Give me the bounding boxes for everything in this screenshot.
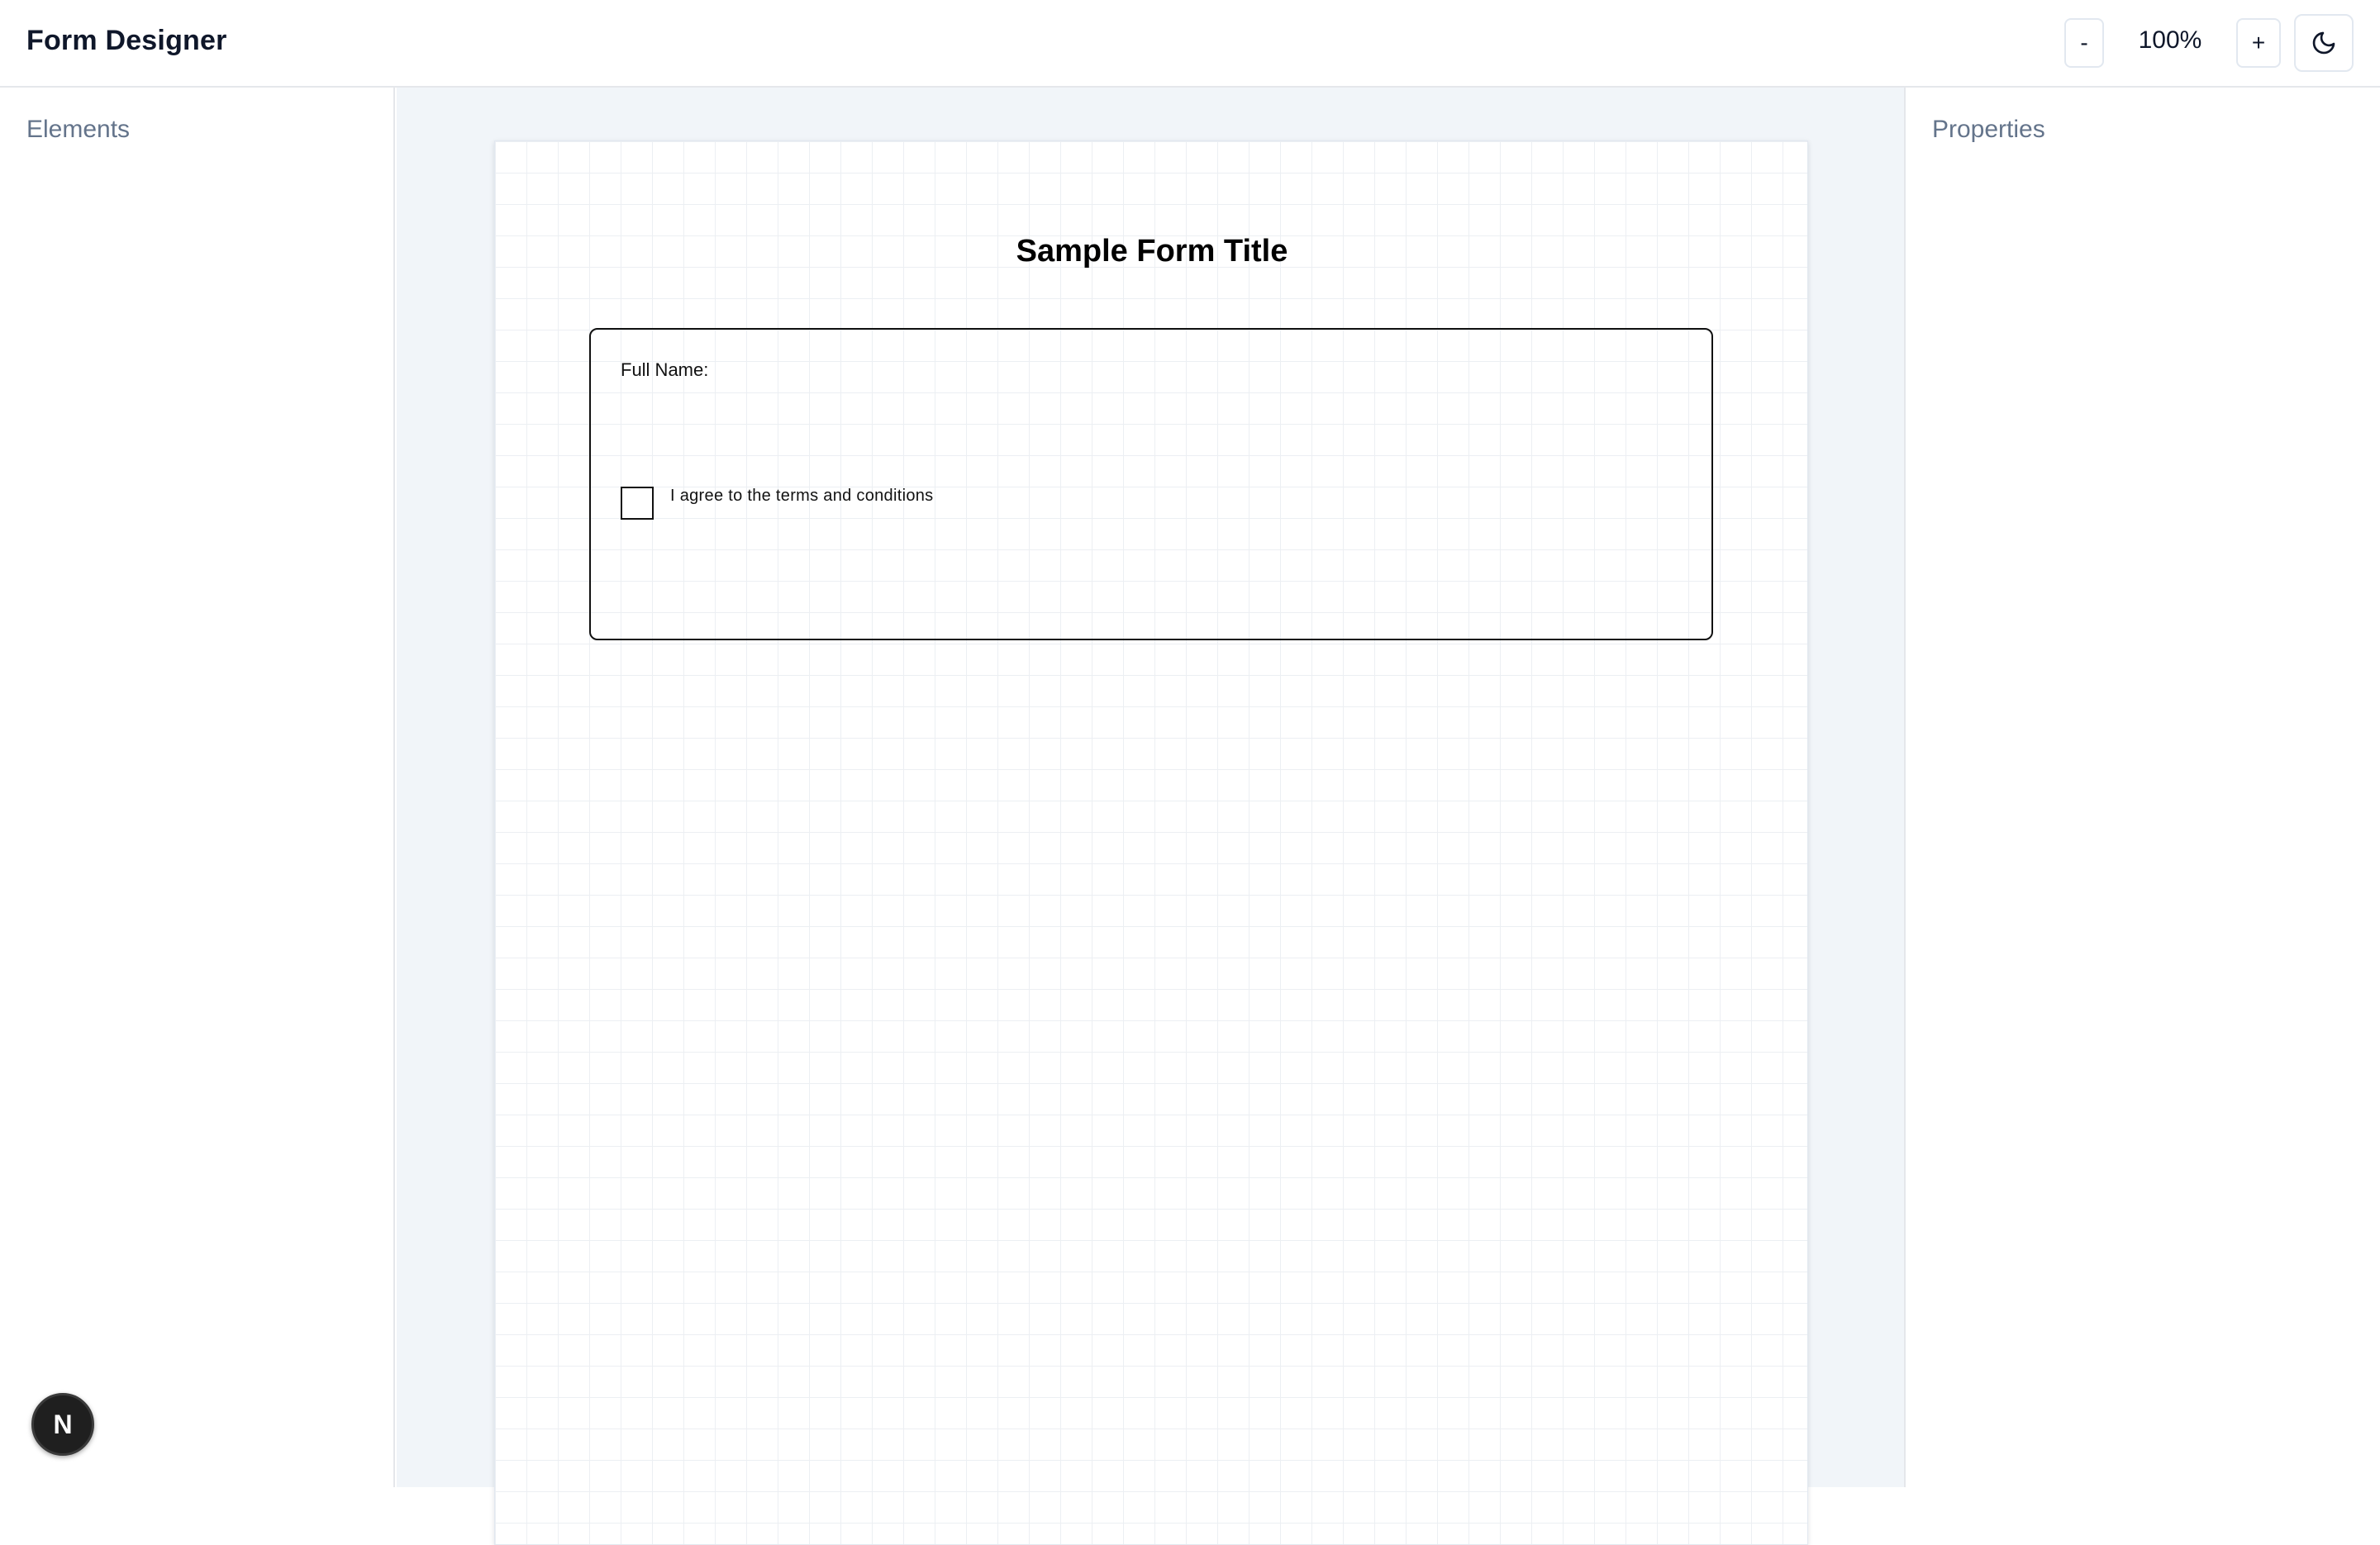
elements-panel: Elements (0, 88, 395, 1487)
form-group-container[interactable]: Full Name: I agree to the terms and cond… (589, 328, 1713, 640)
full-name-label[interactable]: Full Name: (621, 359, 708, 381)
top-bar: Form Designer - 100% + (0, 0, 2380, 88)
form-page[interactable]: Sample Form Title Full Name: I agree to … (494, 140, 1808, 1545)
app-title: Form Designer (26, 25, 227, 56)
terms-checkbox-label[interactable]: I agree to the terms and conditions (670, 487, 933, 506)
nextjs-devtools-badge[interactable]: N (31, 1393, 94, 1456)
properties-panel: Properties (1904, 88, 2380, 1487)
nextjs-logo-icon: N (53, 1409, 73, 1439)
terms-checkbox[interactable] (621, 487, 654, 520)
elements-panel-title: Elements (26, 116, 131, 143)
canvas-workspace: Sample Form Title Full Name: I agree to … (397, 88, 1904, 1545)
zoom-in-button[interactable]: + (2236, 18, 2281, 68)
theme-toggle-button[interactable] (2294, 14, 2354, 72)
properties-panel-title: Properties (1932, 116, 2045, 143)
form-title[interactable]: Sample Form Title (495, 234, 1809, 269)
zoom-level: 100% (2138, 26, 2202, 54)
moon-icon (2312, 31, 2335, 55)
zoom-out-button[interactable]: - (2064, 18, 2104, 68)
